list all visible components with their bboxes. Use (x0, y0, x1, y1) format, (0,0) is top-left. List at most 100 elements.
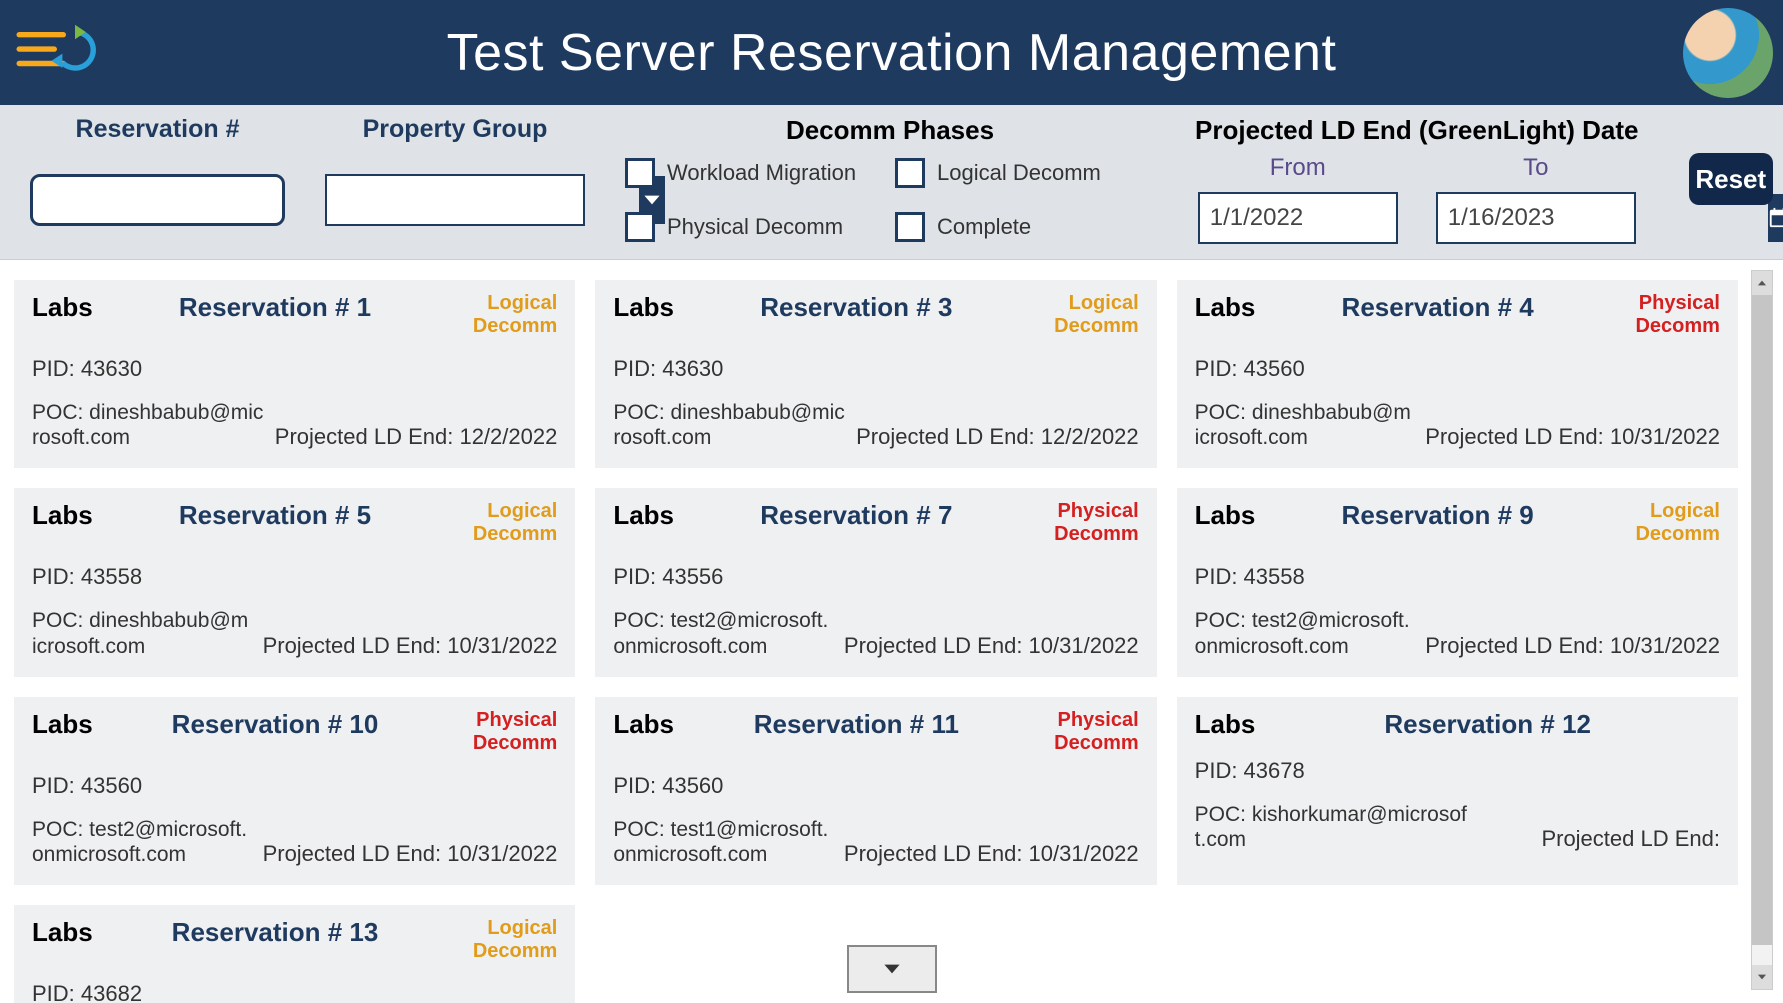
reset-button[interactable]: Reset (1689, 153, 1774, 205)
phase-label: Physical Decomm (667, 214, 843, 240)
phase-complete: Complete (895, 212, 1155, 242)
card-category: Labs (613, 709, 674, 740)
date-from-input-wrap[interactable] (1198, 192, 1398, 244)
date-to-input-wrap[interactable] (1436, 192, 1636, 244)
card-pid: PID: 43560 (32, 773, 557, 799)
card-pid: PID: 43682 (32, 981, 557, 1003)
card-poc: POC: dineshbabub@microsoft.com (1195, 400, 1416, 450)
card-pid: PID: 43630 (32, 356, 557, 382)
checkbox-physical-decomm[interactable] (625, 212, 655, 242)
card-reservation-number: Reservation # 3 (760, 292, 952, 323)
reservation-card[interactable]: Labs Reservation # 9 Logical Decomm PID:… (1177, 488, 1738, 676)
reservation-card[interactable]: Labs Reservation # 11 Physical Decomm PI… (595, 697, 1156, 885)
card-phase-badge: Logical Decomm (1039, 292, 1139, 338)
card-category: Labs (32, 500, 93, 531)
card-poc: POC: test2@microsoft.onmicrosoft.com (613, 608, 834, 658)
phase-logical-decomm: Logical Decomm (895, 158, 1155, 188)
card-reservation-number: Reservation # 12 (1384, 709, 1591, 740)
card-reservation-number: Reservation # 7 (760, 500, 952, 531)
card-phase-badge: Physical Decomm (1620, 292, 1720, 338)
filter-phases: Decomm Phases Workload Migration Logical… (625, 115, 1155, 242)
reservation-card[interactable]: Labs Reservation # 1 Logical Decomm PID:… (14, 280, 575, 468)
scroll-down-icon[interactable] (1752, 965, 1772, 989)
phase-label: Workload Migration (667, 160, 856, 186)
card-reservation-number: Reservation # 13 (172, 917, 379, 948)
card-pid: PID: 43558 (32, 564, 557, 590)
reservation-card[interactable]: Labs Reservation # 7 Physical Decomm PID… (595, 488, 1156, 676)
checkbox-complete[interactable] (895, 212, 925, 242)
scroll-up-icon[interactable] (1752, 271, 1772, 295)
filter-property-group: Property Group (325, 115, 585, 226)
next-page-button[interactable] (847, 945, 937, 993)
card-category: Labs (1195, 292, 1256, 323)
content-area: Labs Reservation # 1 Logical Decomm PID:… (0, 260, 1783, 1003)
card-projected-end: Projected LD End: 10/31/2022 (1425, 424, 1720, 450)
property-group-label: Property Group (363, 115, 548, 144)
card-pid: PID: 43630 (613, 356, 1138, 382)
card-phase-badge: Logical Decomm (457, 292, 557, 338)
date-to: To (1436, 154, 1636, 244)
cards-grid: Labs Reservation # 1 Logical Decomm PID:… (14, 280, 1738, 1003)
card-poc: POC: test2@microsoft.onmicrosoft.com (32, 817, 253, 867)
card-phase-badge: Physical Decomm (1039, 709, 1139, 755)
to-label: To (1523, 154, 1548, 182)
card-projected-end: Projected LD End: 10/31/2022 (1425, 633, 1720, 659)
avatar[interactable] (1683, 8, 1773, 98)
card-category: Labs (613, 500, 674, 531)
card-poc: POC: kishorkumar@microsoft.com (1195, 802, 1475, 852)
card-category: Labs (1195, 500, 1256, 531)
card-projected-end: Projected LD End: 12/2/2022 (856, 424, 1139, 450)
phase-physical-decomm: Physical Decomm (625, 212, 885, 242)
card-pid: PID: 43556 (613, 564, 1138, 590)
card-projected-end: Projected LD End: 12/2/2022 (275, 424, 558, 450)
date-from: From (1198, 154, 1398, 244)
header: Test Server Reservation Management (0, 0, 1783, 105)
card-category: Labs (32, 292, 93, 323)
card-poc: POC: test1@microsoft.onmicrosoft.com (613, 817, 834, 867)
card-phase-badge: Physical Decomm (1039, 500, 1139, 546)
phase-workload-migration: Workload Migration (625, 158, 885, 188)
card-reservation-number: Reservation # 5 (179, 500, 371, 531)
property-group-select[interactable] (325, 174, 585, 226)
card-category: Labs (613, 292, 674, 323)
card-poc: POC: dineshbabub@microsoft.com (613, 400, 846, 450)
card-projected-end: Projected LD End: 10/31/2022 (263, 841, 558, 867)
card-phase-badge: Logical Decomm (457, 917, 557, 963)
card-poc: POC: dineshbabub@microsoft.com (32, 400, 265, 450)
reservation-card[interactable]: Labs Reservation # 5 Logical Decomm PID:… (14, 488, 575, 676)
reservation-card[interactable]: Labs Reservation # 3 Logical Decomm PID:… (595, 280, 1156, 468)
reservation-card[interactable]: Labs Reservation # 12 PID: 43678 POC: ki… (1177, 697, 1738, 885)
property-group-value[interactable] (327, 176, 639, 224)
reservation-card[interactable]: Labs Reservation # 10 Physical Decomm PI… (14, 697, 575, 885)
card-category: Labs (32, 709, 93, 740)
scrollbar[interactable] (1751, 270, 1773, 990)
filter-bar: Reservation # Property Group Decomm Phas… (0, 105, 1783, 260)
card-pid: PID: 43560 (613, 773, 1138, 799)
card-phase-badge: Logical Decomm (1620, 500, 1720, 546)
reservation-input[interactable] (30, 174, 285, 226)
card-projected-end: Projected LD End: (1541, 826, 1720, 852)
phase-label: Logical Decomm (937, 160, 1101, 186)
card-pid: PID: 43558 (1195, 564, 1720, 590)
checkbox-logical-decomm[interactable] (895, 158, 925, 188)
phases-title: Decomm Phases (786, 115, 994, 146)
reservation-label: Reservation # (76, 115, 240, 144)
reservation-card[interactable]: Labs Reservation # 13 Logical Decomm PID… (14, 905, 575, 1003)
card-phase-badge: Logical Decomm (457, 500, 557, 546)
card-projected-end: Projected LD End: 10/31/2022 (844, 633, 1139, 659)
scrollbar-thumb[interactable] (1752, 295, 1772, 945)
card-category: Labs (32, 917, 93, 948)
app-logo-icon (12, 23, 102, 83)
card-reservation-number: Reservation # 10 (172, 709, 379, 740)
checkbox-workload-migration[interactable] (625, 158, 655, 188)
card-pid: PID: 43678 (1195, 758, 1720, 784)
card-reservation-number: Reservation # 1 (179, 292, 371, 323)
reservation-card[interactable]: Labs Reservation # 4 Physical Decomm PID… (1177, 280, 1738, 468)
card-projected-end: Projected LD End: 10/31/2022 (263, 633, 558, 659)
page-title: Test Server Reservation Management (447, 23, 1337, 83)
card-projected-end: Projected LD End: 10/31/2022 (844, 841, 1139, 867)
card-reservation-number: Reservation # 9 (1342, 500, 1534, 531)
card-poc: POC: test2@microsoft.onmicrosoft.com (1195, 608, 1416, 658)
dates-title: Projected LD End (GreenLight) Date (1195, 115, 1639, 146)
from-label: From (1270, 154, 1326, 182)
